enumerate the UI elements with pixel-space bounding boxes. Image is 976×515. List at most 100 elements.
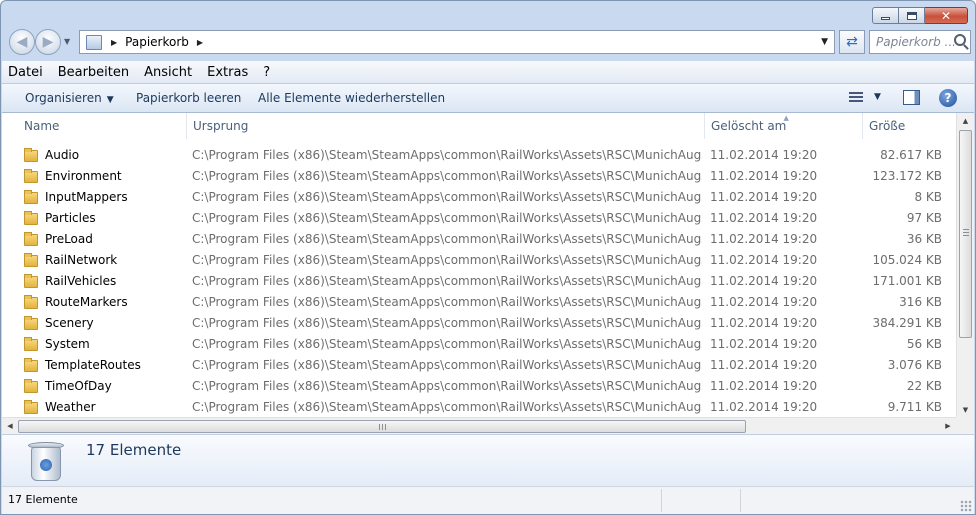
folder-icon: [24, 189, 38, 204]
file-name: Scenery: [45, 316, 94, 330]
view-options-icon[interactable]: [849, 92, 863, 104]
search-input[interactable]: Papierkorb ...: [869, 30, 971, 54]
vertical-scrollbar[interactable]: ▲ ▼: [956, 113, 974, 418]
breadcrumb-papierkorb[interactable]: Papierkorb: [125, 35, 189, 49]
file-name-cell: RailNetwork: [24, 250, 184, 271]
file-deleted-date: 11.02.2014 19:20: [710, 316, 818, 330]
scroll-up-icon[interactable]: ▲: [957, 113, 974, 129]
file-row[interactable]: RailNetwork C:\Program Files (x86)\Steam\…: [2, 250, 956, 271]
preview-pane-icon[interactable]: [903, 90, 920, 105]
back-arrow-icon: ◀: [16, 34, 28, 50]
file-size: 384.291 KB: [872, 316, 942, 330]
file-row[interactable]: System C:\Program Files (x86)\Steam\Steam…: [2, 334, 956, 355]
file-origin: C:\Program Files (x86)\Steam\SteamApps\c…: [192, 316, 702, 330]
file-deleted-date: 11.02.2014 19:20: [710, 400, 818, 414]
maximize-button[interactable]: [899, 7, 925, 24]
file-row[interactable]: Audio C:\Program Files (x86)\Steam\SteamA…: [2, 145, 956, 166]
file-size: 171.001 KB: [872, 274, 942, 288]
file-origin: C:\Program Files (x86)\Steam\SteamApps\c…: [192, 211, 702, 225]
file-deleted-date: 11.02.2014 19:20: [710, 232, 818, 246]
file-row[interactable]: Weather C:\Program Files (x86)\Steam\Stea…: [2, 397, 956, 418]
menu-extras[interactable]: Extras: [207, 65, 248, 80]
file-row[interactable]: Scenery C:\Program Files (x86)\Steam\Stea…: [2, 313, 956, 334]
file-origin: C:\Program Files (x86)\Steam\SteamApps\c…: [192, 232, 702, 246]
file-name: System: [45, 337, 90, 351]
folder-icon: [24, 147, 38, 162]
menu-ansicht[interactable]: Ansicht: [144, 65, 192, 80]
vertical-scroll-thumb[interactable]: [959, 130, 972, 338]
navigation-bar: ◀ ▶ ▼ ▶ Papierkorb ▶ ▼ ⇄ Papierkorb ...: [7, 28, 971, 56]
forward-button[interactable]: ▶: [35, 29, 61, 55]
restore-all-button[interactable]: Alle Elemente wiederherstellen: [258, 91, 445, 105]
file-row[interactable]: RailVehicles C:\Program Files (x86)\Steam…: [2, 271, 956, 292]
file-row[interactable]: TemplateRoutes C:\Program Files (x86)\Ste…: [2, 355, 956, 376]
scroll-down-icon[interactable]: ▼: [957, 402, 974, 418]
file-size: 9.711 KB: [887, 400, 942, 414]
organize-button[interactable]: Organisieren ▼: [25, 91, 114, 105]
folder-icon: [24, 357, 38, 372]
close-icon: ✕: [940, 8, 952, 23]
file-row[interactable]: PreLoad C:\Program Files (x86)\Steam\Stea…: [2, 229, 956, 250]
file-row[interactable]: InputMappers C:\Program Files (x86)\Steam…: [2, 187, 956, 208]
menu-datei[interactable]: Datei: [8, 65, 43, 80]
file-size: 123.172 KB: [872, 169, 942, 183]
file-row[interactable]: TimeOfDay C:\Program Files (x86)\Steam\St…: [2, 376, 956, 397]
file-origin: C:\Program Files (x86)\Steam\SteamApps\c…: [192, 274, 702, 288]
close-button[interactable]: ✕: [925, 7, 968, 24]
folder-icon: [24, 336, 38, 351]
file-row[interactable]: Particles C:\Program Files (x86)\Steam\St…: [2, 208, 956, 229]
file-origin: C:\Program Files (x86)\Steam\SteamApps\c…: [192, 358, 702, 372]
file-row[interactable]: RouteMarkers C:\Program Files (x86)\Steam…: [2, 292, 956, 313]
address-bar[interactable]: ▶ Papierkorb ▶ ▼: [79, 30, 835, 54]
file-name-cell: InputMappers: [24, 187, 184, 208]
file-size: 82.617 KB: [880, 148, 942, 162]
minimize-button[interactable]: [872, 7, 899, 24]
folder-icon: [24, 231, 38, 246]
file-name: PreLoad: [45, 232, 93, 246]
file-size: 56 KB: [906, 337, 942, 351]
column-header-origin[interactable]: Ursprung: [186, 113, 704, 139]
horizontal-scrollbar[interactable]: ◀ ▶: [2, 417, 956, 434]
file-row[interactable]: Environment C:\Program Files (x86)\Steam\…: [2, 166, 956, 187]
scroll-left-icon[interactable]: ◀: [2, 418, 18, 434]
file-size: 36 KB: [906, 232, 942, 246]
file-name: RouteMarkers: [45, 295, 128, 309]
chevron-down-icon: ▼: [106, 95, 114, 105]
breadcrumb-chevron-icon[interactable]: ▶: [111, 38, 117, 47]
file-name: RailVehicles: [45, 274, 117, 288]
column-header-size[interactable]: Größe: [862, 113, 958, 139]
address-dropdown-icon[interactable]: ▼: [821, 37, 828, 47]
empty-recycle-bin-button[interactable]: Papierkorb leeren: [136, 91, 241, 105]
file-deleted-date: 11.02.2014 19:20: [710, 148, 818, 162]
file-origin: C:\Program Files (x86)\Steam\SteamApps\c…: [192, 379, 702, 393]
file-name-cell: RailVehicles: [24, 271, 184, 292]
horizontal-scroll-thumb[interactable]: [18, 420, 746, 433]
status-divider: [661, 489, 662, 512]
file-name-cell: TemplateRoutes: [24, 355, 184, 376]
file-name: TimeOfDay: [45, 379, 112, 393]
column-headers: Name Ursprung ▲ Gelöscht am Größe: [2, 113, 956, 139]
scroll-right-icon[interactable]: ▶: [940, 418, 956, 434]
file-deleted-date: 11.02.2014 19:20: [710, 337, 818, 351]
file-list: Name Ursprung ▲ Gelöscht am Größe Audio C…: [2, 113, 974, 434]
column-header-deleted[interactable]: ▲ Gelöscht am: [704, 113, 862, 139]
file-name: Weather: [45, 400, 96, 414]
recent-pages-dropdown[interactable]: ▼: [64, 37, 70, 46]
view-dropdown-icon[interactable]: ▼: [874, 92, 881, 102]
refresh-button[interactable]: ⇄: [839, 30, 865, 54]
status-divider: [740, 489, 741, 512]
menu-help[interactable]: ?: [263, 65, 270, 80]
resize-grip-icon[interactable]: [960, 500, 972, 512]
file-name: Particles: [45, 211, 96, 225]
minimize-icon: [881, 17, 890, 20]
file-name-cell: System: [24, 334, 184, 355]
menu-bearbeiten[interactable]: Bearbeiten: [58, 65, 129, 80]
breadcrumb-chevron-icon[interactable]: ▶: [197, 38, 203, 47]
back-button[interactable]: ◀: [9, 29, 35, 55]
recycle-bin-icon: [86, 34, 102, 50]
search-icon[interactable]: [954, 34, 966, 46]
help-icon[interactable]: ?: [939, 89, 957, 107]
column-header-name[interactable]: Name: [18, 113, 186, 139]
folder-icon: [24, 294, 38, 309]
folder-icon: [24, 273, 38, 288]
